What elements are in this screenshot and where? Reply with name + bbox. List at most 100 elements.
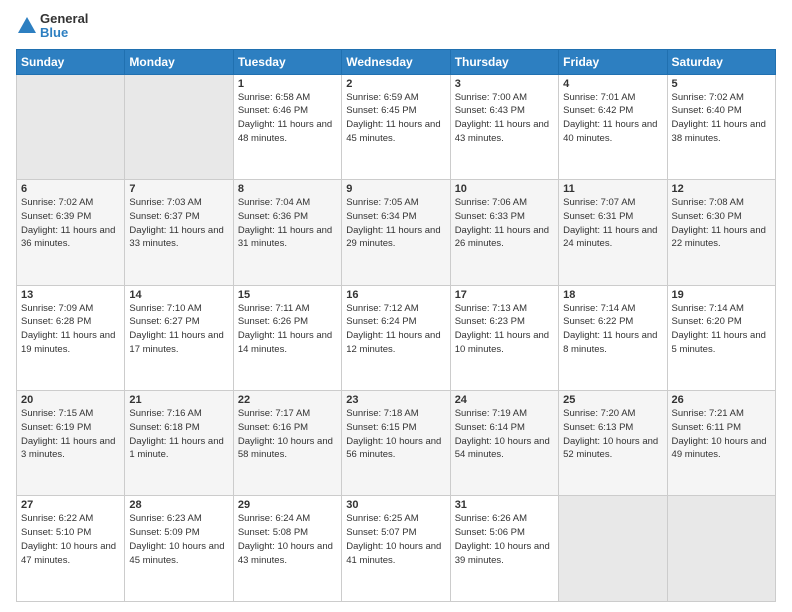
sunrise-text: Sunrise: 7:19 AM (455, 408, 527, 419)
day-number: 9 (346, 183, 445, 195)
daylight-text: Daylight: 11 hours and 48 minutes. (238, 119, 332, 144)
day-info: Sunrise: 7:09 AM Sunset: 6:28 PM Dayligh… (21, 302, 120, 357)
day-info: Sunrise: 7:10 AM Sunset: 6:27 PM Dayligh… (129, 302, 228, 357)
calendar-cell: 29 Sunrise: 6:24 AM Sunset: 5:08 PM Dayl… (233, 496, 341, 602)
day-info: Sunrise: 7:11 AM Sunset: 6:26 PM Dayligh… (238, 302, 337, 357)
day-number: 17 (455, 289, 554, 301)
sunrise-text: Sunrise: 7:11 AM (238, 303, 310, 314)
sunset-text: Sunset: 6:16 PM (238, 422, 308, 433)
calendar-cell: 13 Sunrise: 7:09 AM Sunset: 6:28 PM Dayl… (17, 285, 125, 390)
daylight-text: Daylight: 11 hours and 17 minutes. (129, 330, 223, 355)
calendar-cell: 20 Sunrise: 7:15 AM Sunset: 6:19 PM Dayl… (17, 391, 125, 496)
day-info: Sunrise: 7:19 AM Sunset: 6:14 PM Dayligh… (455, 407, 554, 462)
sunset-text: Sunset: 6:18 PM (129, 422, 199, 433)
calendar-header-saturday: Saturday (667, 49, 775, 74)
sunrise-text: Sunrise: 6:22 AM (21, 513, 93, 524)
daylight-text: Daylight: 10 hours and 45 minutes. (129, 541, 224, 566)
sunset-text: Sunset: 5:06 PM (455, 527, 525, 538)
sunrise-text: Sunrise: 7:08 AM (672, 197, 744, 208)
calendar-cell (125, 74, 233, 179)
sunrise-text: Sunrise: 6:26 AM (455, 513, 527, 524)
sunrise-text: Sunrise: 7:02 AM (21, 197, 93, 208)
daylight-text: Daylight: 11 hours and 5 minutes. (672, 330, 766, 355)
sunrise-text: Sunrise: 7:21 AM (672, 408, 744, 419)
daylight-text: Daylight: 10 hours and 43 minutes. (238, 541, 333, 566)
day-number: 29 (238, 499, 337, 511)
sunset-text: Sunset: 6:13 PM (563, 422, 633, 433)
sunset-text: Sunset: 5:08 PM (238, 527, 308, 538)
daylight-text: Daylight: 10 hours and 47 minutes. (21, 541, 116, 566)
day-info: Sunrise: 6:23 AM Sunset: 5:09 PM Dayligh… (129, 512, 228, 567)
sunrise-text: Sunrise: 6:23 AM (129, 513, 201, 524)
daylight-text: Daylight: 11 hours and 19 minutes. (21, 330, 115, 355)
sunset-text: Sunset: 6:19 PM (21, 422, 91, 433)
day-number: 1 (238, 78, 337, 90)
sunrise-text: Sunrise: 7:13 AM (455, 303, 527, 314)
calendar-header-tuesday: Tuesday (233, 49, 341, 74)
day-number: 19 (672, 289, 771, 301)
sunrise-text: Sunrise: 6:58 AM (238, 92, 310, 103)
day-info: Sunrise: 7:08 AM Sunset: 6:30 PM Dayligh… (672, 196, 771, 251)
calendar-cell: 26 Sunrise: 7:21 AM Sunset: 6:11 PM Dayl… (667, 391, 775, 496)
calendar-header-thursday: Thursday (450, 49, 558, 74)
daylight-text: Daylight: 11 hours and 12 minutes. (346, 330, 440, 355)
day-number: 5 (672, 78, 771, 90)
sunrise-text: Sunrise: 7:05 AM (346, 197, 418, 208)
daylight-text: Daylight: 10 hours and 54 minutes. (455, 436, 550, 461)
sunset-text: Sunset: 6:46 PM (238, 105, 308, 116)
calendar-header-sunday: Sunday (17, 49, 125, 74)
calendar-cell: 25 Sunrise: 7:20 AM Sunset: 6:13 PM Dayl… (559, 391, 667, 496)
sunset-text: Sunset: 6:36 PM (238, 211, 308, 222)
day-number: 23 (346, 394, 445, 406)
calendar-cell: 2 Sunrise: 6:59 AM Sunset: 6:45 PM Dayli… (342, 74, 450, 179)
day-info: Sunrise: 7:21 AM Sunset: 6:11 PM Dayligh… (672, 407, 771, 462)
sunset-text: Sunset: 6:28 PM (21, 316, 91, 327)
sunrise-text: Sunrise: 7:20 AM (563, 408, 635, 419)
calendar-cell: 5 Sunrise: 7:02 AM Sunset: 6:40 PM Dayli… (667, 74, 775, 179)
calendar-cell: 19 Sunrise: 7:14 AM Sunset: 6:20 PM Dayl… (667, 285, 775, 390)
day-info: Sunrise: 6:25 AM Sunset: 5:07 PM Dayligh… (346, 512, 445, 567)
sunset-text: Sunset: 6:40 PM (672, 105, 742, 116)
calendar-week-row: 27 Sunrise: 6:22 AM Sunset: 5:10 PM Dayl… (17, 496, 776, 602)
day-number: 22 (238, 394, 337, 406)
day-info: Sunrise: 6:24 AM Sunset: 5:08 PM Dayligh… (238, 512, 337, 567)
daylight-text: Daylight: 11 hours and 22 minutes. (672, 225, 766, 250)
day-info: Sunrise: 7:17 AM Sunset: 6:16 PM Dayligh… (238, 407, 337, 462)
sunset-text: Sunset: 6:30 PM (672, 211, 742, 222)
day-number: 24 (455, 394, 554, 406)
sunset-text: Sunset: 6:27 PM (129, 316, 199, 327)
sunrise-text: Sunrise: 7:17 AM (238, 408, 310, 419)
daylight-text: Daylight: 11 hours and 38 minutes. (672, 119, 766, 144)
day-info: Sunrise: 7:04 AM Sunset: 6:36 PM Dayligh… (238, 196, 337, 251)
sunset-text: Sunset: 6:43 PM (455, 105, 525, 116)
sunrise-text: Sunrise: 7:15 AM (21, 408, 93, 419)
day-info: Sunrise: 7:18 AM Sunset: 6:15 PM Dayligh… (346, 407, 445, 462)
calendar-cell: 3 Sunrise: 7:00 AM Sunset: 6:43 PM Dayli… (450, 74, 558, 179)
day-number: 12 (672, 183, 771, 195)
calendar-cell: 11 Sunrise: 7:07 AM Sunset: 6:31 PM Dayl… (559, 180, 667, 285)
sunrise-text: Sunrise: 7:04 AM (238, 197, 310, 208)
day-info: Sunrise: 7:14 AM Sunset: 6:20 PM Dayligh… (672, 302, 771, 357)
sunrise-text: Sunrise: 7:02 AM (672, 92, 744, 103)
daylight-text: Daylight: 10 hours and 39 minutes. (455, 541, 550, 566)
calendar-cell: 10 Sunrise: 7:06 AM Sunset: 6:33 PM Dayl… (450, 180, 558, 285)
daylight-text: Daylight: 11 hours and 14 minutes. (238, 330, 332, 355)
day-info: Sunrise: 7:14 AM Sunset: 6:22 PM Dayligh… (563, 302, 662, 357)
day-info: Sunrise: 7:02 AM Sunset: 6:40 PM Dayligh… (672, 91, 771, 146)
day-info: Sunrise: 7:01 AM Sunset: 6:42 PM Dayligh… (563, 91, 662, 146)
day-number: 31 (455, 499, 554, 511)
day-number: 10 (455, 183, 554, 195)
sunrise-text: Sunrise: 6:24 AM (238, 513, 310, 524)
day-info: Sunrise: 6:26 AM Sunset: 5:06 PM Dayligh… (455, 512, 554, 567)
sunrise-text: Sunrise: 6:25 AM (346, 513, 418, 524)
day-number: 27 (21, 499, 120, 511)
day-number: 3 (455, 78, 554, 90)
daylight-text: Daylight: 10 hours and 58 minutes. (238, 436, 333, 461)
calendar-cell (667, 496, 775, 602)
daylight-text: Daylight: 11 hours and 24 minutes. (563, 225, 657, 250)
calendar-cell: 9 Sunrise: 7:05 AM Sunset: 6:34 PM Dayli… (342, 180, 450, 285)
logo-line2: Blue (40, 26, 88, 40)
sunset-text: Sunset: 6:22 PM (563, 316, 633, 327)
page-header: General Blue (16, 12, 776, 41)
logo-container: General Blue (16, 12, 88, 41)
